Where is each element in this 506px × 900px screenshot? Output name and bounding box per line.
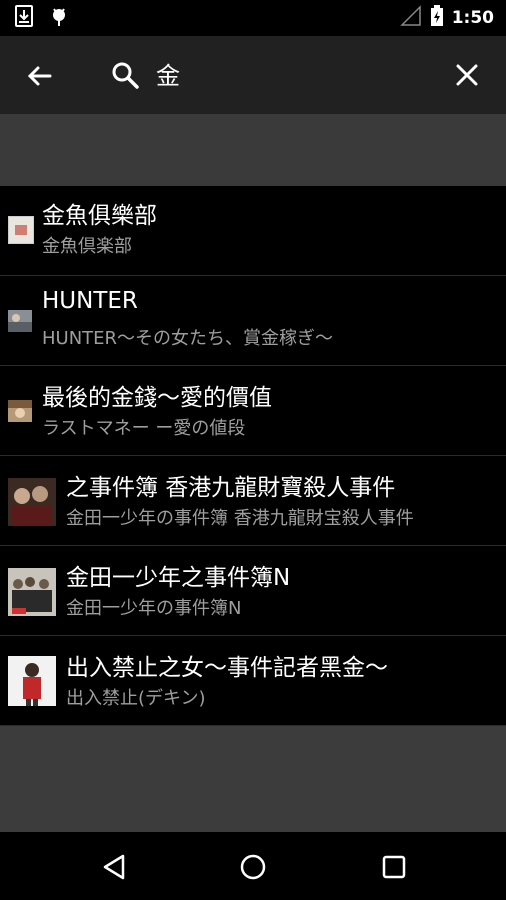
result-title: 出入禁止之女〜事件記者黑金〜	[66, 655, 388, 681]
result-subtitle: 出入禁止(デキン)	[66, 688, 206, 709]
poster-thumbnail	[8, 400, 32, 422]
result-item[interactable]: 最後的金錢〜愛的價值 ラストマネー ー愛の値段	[0, 366, 506, 456]
result-item[interactable]: 金魚俱樂部 金魚倶楽部	[0, 186, 506, 276]
poster-thumbnail	[8, 310, 32, 332]
recents-nav-icon[interactable]	[379, 852, 409, 882]
result-title: HUNTER	[42, 288, 138, 314]
result-subtitle: ラストマネー ー愛の値段	[42, 418, 246, 439]
signal-icon	[399, 5, 422, 31]
poster-thumbnail	[8, 478, 56, 526]
result-item[interactable]: 金田一少年之事件簿N 金田一少年の事件簿N	[0, 546, 506, 636]
status-time: 1:50	[451, 8, 494, 28]
search-toolbar: 金	[0, 36, 506, 114]
navigation-bar	[0, 832, 506, 900]
result-title: 金魚俱樂部	[42, 203, 157, 229]
result-subtitle: 金魚倶楽部	[42, 236, 132, 257]
poster-thumbnail	[8, 568, 56, 616]
result-subtitle: 金田一少年の事件簿N	[66, 598, 242, 619]
search-input[interactable]: 金	[156, 56, 180, 91]
download-notification-icon	[14, 5, 34, 31]
back-arrow-icon[interactable]	[24, 60, 56, 92]
result-title: 最後的金錢〜愛的價值	[42, 385, 272, 411]
result-item[interactable]: HUNTER HUNTER〜その女たち、賞金稼ぎ〜	[0, 276, 506, 366]
search-icon	[110, 60, 140, 90]
status-bar: 1:50	[0, 0, 506, 36]
home-nav-icon[interactable]	[238, 852, 268, 882]
poster-thumbnail	[8, 656, 56, 706]
clear-search-icon[interactable]	[452, 60, 482, 90]
results-list: 金魚俱樂部 金魚倶楽部 HUNTER HUNTER〜その女たち、賞金稼ぎ〜 最後…	[0, 186, 506, 726]
result-title: 之事件簿 香港九龍財寶殺人事件	[66, 475, 396, 501]
list-header-spacer	[0, 114, 506, 186]
result-subtitle: HUNTER〜その女たち、賞金稼ぎ〜	[42, 328, 334, 349]
poster-thumbnail	[8, 216, 34, 244]
result-item[interactable]: 之事件簿 香港九龍財寶殺人事件 金田一少年の事件簿 香港九龍財宝殺人事件	[0, 456, 506, 546]
result-item[interactable]: 出入禁止之女〜事件記者黑金〜 出入禁止(デキン)	[0, 636, 506, 726]
result-subtitle: 金田一少年の事件簿 香港九龍財宝殺人事件	[66, 508, 414, 529]
android-debug-icon	[48, 5, 70, 31]
battery-icon	[430, 5, 444, 31]
result-title: 金田一少年之事件簿N	[66, 565, 291, 591]
back-nav-icon[interactable]	[99, 852, 129, 882]
